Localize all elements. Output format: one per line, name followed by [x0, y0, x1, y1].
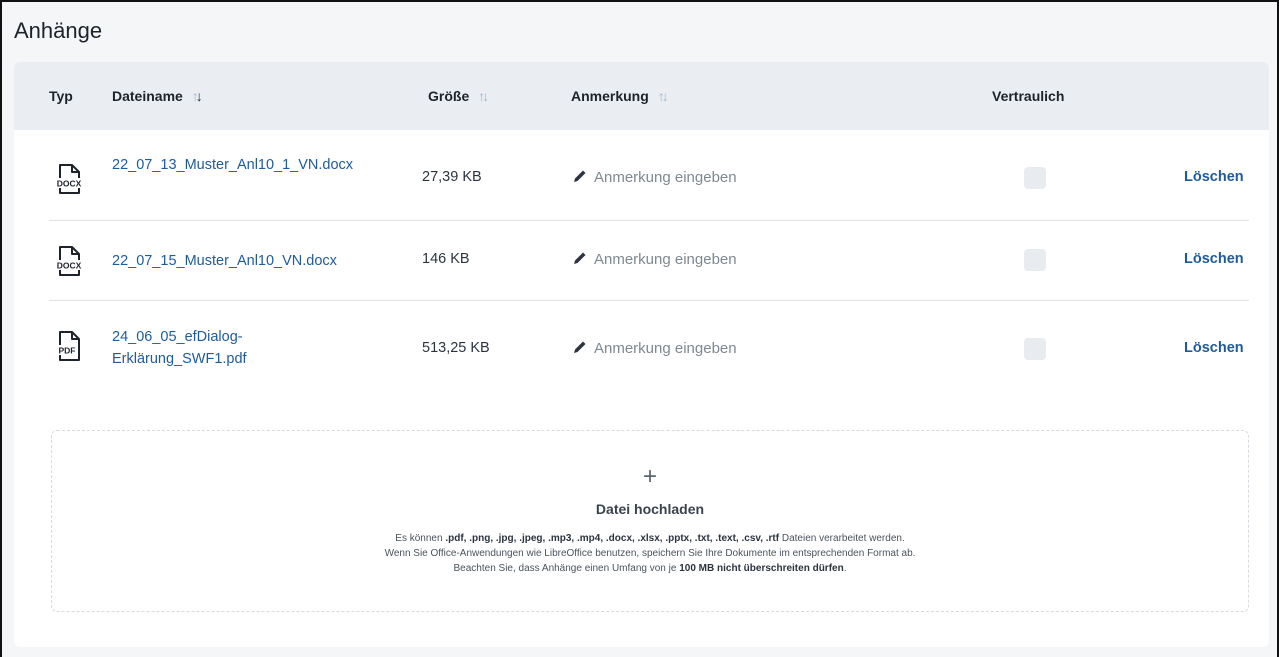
column-label-note: Anmerkung [571, 88, 649, 104]
column-label-confidential: Vertraulich [992, 88, 1065, 104]
upload-hint-size: Beachten Sie, dass Anhänge einen Umfang … [52, 563, 1248, 574]
file-link[interactable]: 24_06_05_efDialog-Erklärung_SWF1.pdf [112, 326, 312, 370]
upload-hint-formats: Es können .pdf, .png, .jpg, .jpeg, .mp3,… [52, 533, 1248, 544]
note-placeholder: Anmerkung eingeben [594, 251, 737, 268]
column-header-confidential: Vertraulich [992, 88, 1064, 104]
pencil-icon [574, 341, 586, 353]
sort-arrows-icon[interactable]: ↑↓ [478, 88, 489, 104]
column-header-note[interactable]: Anmerkung ↑↓ [571, 88, 669, 104]
confidential-checkbox[interactable] [1024, 249, 1046, 271]
column-label-type: Typ [49, 88, 73, 104]
column-label-filename: Dateiname [112, 88, 183, 104]
delete-button[interactable]: Löschen [1184, 340, 1244, 356]
table-row: DOCX 22_07_15_Muster_Anl10_VN.docx 146 K… [49, 220, 1249, 301]
file-link[interactable]: 22_07_13_Muster_Anl10_1_VN.docx [112, 154, 382, 176]
confidential-checkbox[interactable] [1024, 167, 1046, 189]
upload-title: Datei hochladen [595, 501, 705, 517]
docx-file-icon: DOCX [55, 246, 83, 276]
hint-text: . [843, 563, 847, 574]
table-row: PDF 24_06_05_efDialog-Erklärung_SWF1.pdf… [49, 301, 1249, 385]
column-header-size[interactable]: Größe ↑↓ [428, 88, 489, 104]
attachments-panel: Typ Dateiname ↑↓ Größe ↑↓ Anmerkung ↑↓ V… [14, 62, 1269, 647]
confidential-checkbox[interactable] [1024, 338, 1046, 360]
attachments-frame: Anhänge Typ Dateiname ↑↓ Größe ↑↓ Anmerk… [0, 0, 1279, 657]
column-label-size: Größe [428, 88, 470, 104]
sort-arrows-icon[interactable]: ↑↓ [192, 88, 203, 104]
size-limit: 100 MB nicht überschreiten dürfen [679, 563, 844, 574]
note-input[interactable]: Anmerkung eingeben [572, 339, 737, 357]
allowed-formats: .pdf, .png, .jpg, .jpeg, .mp3, .mp4, .do… [445, 533, 780, 544]
note-placeholder: Anmerkung eingeben [594, 169, 737, 186]
note-input[interactable]: Anmerkung eingeben [572, 168, 737, 186]
table-header: Typ Dateiname ↑↓ Größe ↑↓ Anmerkung ↑↓ V… [14, 62, 1269, 130]
sort-arrows-icon[interactable]: ↑↓ [658, 88, 669, 104]
pdf-file-icon: PDF [56, 331, 80, 361]
file-link[interactable]: 22_07_15_Muster_Anl10_VN.docx [112, 250, 412, 272]
svg-text:DOCX: DOCX [57, 179, 82, 189]
file-size: 146 KB [422, 251, 470, 267]
pencil-icon [574, 252, 586, 264]
delete-button[interactable]: Löschen [1184, 169, 1244, 185]
table-row: DOCX 22_07_13_Muster_Anl10_1_VN.docx 27,… [49, 136, 1249, 221]
hint-text: Beachten Sie, dass Anhänge einen Umfang … [453, 563, 680, 574]
svg-text:PDF: PDF [59, 346, 76, 356]
plus-icon: + [642, 463, 657, 490]
note-placeholder: Anmerkung eingeben [594, 340, 737, 357]
note-input[interactable]: Anmerkung eingeben [572, 250, 737, 268]
svg-text:DOCX: DOCX [57, 261, 82, 271]
delete-button[interactable]: Löschen [1184, 251, 1244, 267]
file-upload-dropzone[interactable]: + Datei hochladen Es können .pdf, .png, … [51, 430, 1249, 612]
pencil-icon [574, 170, 586, 182]
docx-file-icon: DOCX [55, 164, 83, 194]
file-size: 27,39 KB [422, 169, 482, 185]
upload-hint-office: Wenn Sie Office-Anwendungen wie LibreOff… [384, 548, 916, 559]
hint-text: Dateien verarbeitet werden. [779, 533, 905, 544]
column-header-type: Typ [49, 88, 73, 104]
hint-text: Es können [395, 533, 446, 544]
section-title: Anhänge [14, 18, 103, 43]
file-size: 513,25 KB [422, 340, 490, 356]
column-header-filename[interactable]: Dateiname ↑↓ [112, 88, 203, 104]
